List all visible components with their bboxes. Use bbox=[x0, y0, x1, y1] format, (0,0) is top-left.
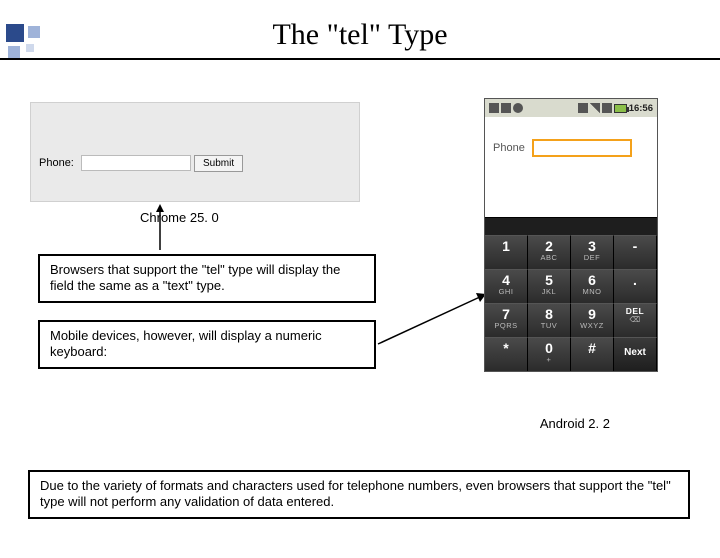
keypad-key: 3DEF bbox=[571, 235, 614, 269]
keypad-key: 6MNO bbox=[571, 269, 614, 303]
chrome-phone-label: Phone: bbox=[39, 157, 74, 169]
status-icon bbox=[578, 103, 588, 113]
chrome-phone-input bbox=[81, 155, 191, 171]
battery-icon bbox=[614, 104, 627, 113]
chrome-screenshot: Phone: Submit bbox=[30, 102, 360, 202]
page-title: The "tel" Type bbox=[0, 18, 720, 52]
android-suggestion-bar bbox=[485, 217, 657, 235]
status-icon bbox=[602, 103, 612, 113]
callout-desktop: Browsers that support the "tel" type wil… bbox=[38, 254, 376, 303]
status-icon bbox=[513, 103, 523, 113]
keypad-key: 8TUV bbox=[528, 303, 571, 337]
android-keypad: 12ABC3DEF- 4GHI5JKL6MNO. 7PQRS8TUV9WXYZDEL… bbox=[485, 235, 657, 371]
callout-mobile: Mobile devices, however, will display a … bbox=[38, 320, 376, 369]
keypad-key: * bbox=[485, 337, 528, 371]
status-icon bbox=[489, 103, 499, 113]
android-browser-area: Phone bbox=[485, 117, 657, 217]
chrome-submit-button: Submit bbox=[194, 155, 243, 172]
keypad-key: 7PQRS bbox=[485, 303, 528, 337]
android-phone-input bbox=[532, 139, 632, 157]
keypad-key: Next bbox=[614, 337, 657, 371]
keypad-key: DEL⌫ bbox=[614, 303, 657, 337]
keypad-key: 0+ bbox=[528, 337, 571, 371]
callout-footer: Due to the variety of formats and charac… bbox=[28, 470, 690, 519]
android-caption: Android 2. 2 bbox=[540, 416, 610, 431]
clock: 16:56 bbox=[629, 103, 653, 114]
keypad-key: - bbox=[614, 235, 657, 269]
keypad-key: . bbox=[614, 269, 657, 303]
android-status-bar: 16:56 bbox=[485, 99, 657, 117]
keypad-key: 2ABC bbox=[528, 235, 571, 269]
android-phone-label: Phone bbox=[493, 142, 525, 154]
android-screenshot: 16:56 Phone 12ABC3DEF- 4GHI5JKL6MNO. 7PQRS… bbox=[484, 98, 658, 372]
keypad-key: 1 bbox=[485, 235, 528, 269]
keypad-key: 5JKL bbox=[528, 269, 571, 303]
keypad-key: # bbox=[571, 337, 614, 371]
keypad-key: 9WXYZ bbox=[571, 303, 614, 337]
signal-icon bbox=[590, 103, 600, 113]
corner-decoration bbox=[6, 24, 56, 74]
title-rule bbox=[0, 58, 720, 60]
chrome-caption: Chrome 25. 0 bbox=[140, 210, 219, 225]
keypad-key: 4GHI bbox=[485, 269, 528, 303]
status-icon bbox=[501, 103, 511, 113]
